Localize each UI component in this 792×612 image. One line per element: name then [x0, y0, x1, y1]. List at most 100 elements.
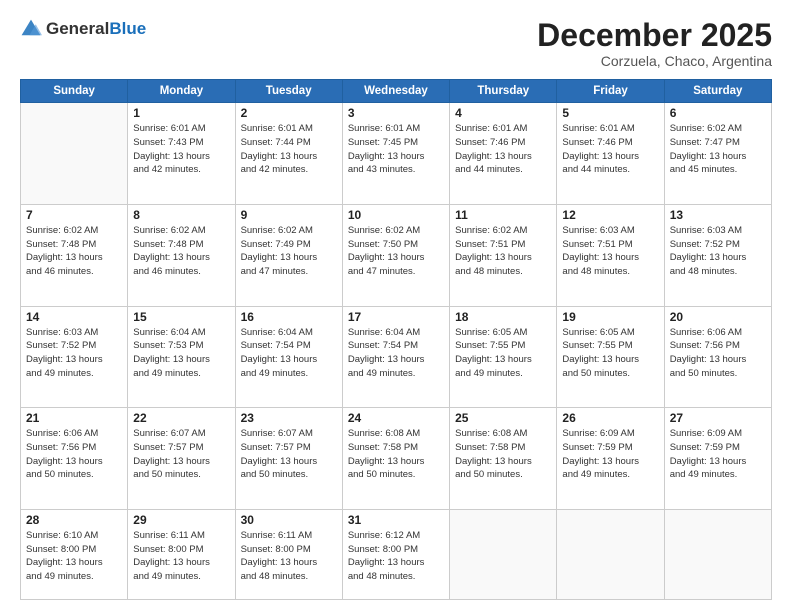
- day-number: 25: [455, 411, 551, 425]
- cell-text: and 44 minutes.: [455, 163, 551, 177]
- cell-text: Sunrise: 6:02 AM: [455, 224, 551, 238]
- cell-text: Sunrise: 6:04 AM: [348, 326, 444, 340]
- calendar-cell: [557, 509, 664, 599]
- page: GeneralBlue December 2025 Corzuela, Chac…: [0, 0, 792, 612]
- calendar-cell: 28Sunrise: 6:10 AMSunset: 8:00 PMDayligh…: [21, 509, 128, 599]
- calendar-body: 1Sunrise: 6:01 AMSunset: 7:43 PMDaylight…: [21, 103, 772, 600]
- cell-text: Sunrise: 6:03 AM: [26, 326, 122, 340]
- cell-text: Sunrise: 6:01 AM: [562, 122, 658, 136]
- cell-text: Sunset: 7:49 PM: [241, 238, 337, 252]
- cell-text: and 50 minutes.: [455, 468, 551, 482]
- calendar-cell: 30Sunrise: 6:11 AMSunset: 8:00 PMDayligh…: [235, 509, 342, 599]
- day-number: 3: [348, 106, 444, 120]
- day-number: 14: [26, 310, 122, 324]
- cell-text: Sunset: 7:44 PM: [241, 136, 337, 150]
- cell-text: Daylight: 13 hours: [562, 353, 658, 367]
- cell-text: Sunrise: 6:02 AM: [670, 122, 766, 136]
- cell-text: and 50 minutes.: [241, 468, 337, 482]
- cell-text: Sunrise: 6:07 AM: [133, 427, 229, 441]
- cell-text: Sunset: 7:54 PM: [348, 339, 444, 353]
- cell-text: Daylight: 13 hours: [241, 251, 337, 265]
- cell-text: Sunset: 8:00 PM: [348, 543, 444, 557]
- cell-text: Sunset: 7:46 PM: [562, 136, 658, 150]
- day-number: 2: [241, 106, 337, 120]
- cell-text: Daylight: 13 hours: [348, 556, 444, 570]
- day-of-week-wednesday: Wednesday: [342, 80, 449, 103]
- cell-text: Sunset: 7:47 PM: [670, 136, 766, 150]
- calendar-cell: 16Sunrise: 6:04 AMSunset: 7:54 PMDayligh…: [235, 306, 342, 408]
- cell-text: Daylight: 13 hours: [455, 455, 551, 469]
- cell-text: and 45 minutes.: [670, 163, 766, 177]
- cell-text: Sunset: 7:59 PM: [562, 441, 658, 455]
- cell-text: and 44 minutes.: [562, 163, 658, 177]
- cell-text: and 49 minutes.: [562, 468, 658, 482]
- cell-text: Sunset: 7:58 PM: [348, 441, 444, 455]
- day-number: 31: [348, 513, 444, 527]
- calendar-week-4: 21Sunrise: 6:06 AMSunset: 7:56 PMDayligh…: [21, 408, 772, 510]
- cell-text: Sunrise: 6:10 AM: [26, 529, 122, 543]
- cell-text: and 48 minutes.: [562, 265, 658, 279]
- cell-text: and 48 minutes.: [241, 570, 337, 584]
- cell-text: and 49 minutes.: [26, 367, 122, 381]
- calendar-cell: 27Sunrise: 6:09 AMSunset: 7:59 PMDayligh…: [664, 408, 771, 510]
- day-number: 10: [348, 208, 444, 222]
- cell-text: Sunrise: 6:09 AM: [562, 427, 658, 441]
- cell-text: Sunrise: 6:11 AM: [241, 529, 337, 543]
- calendar-cell: 1Sunrise: 6:01 AMSunset: 7:43 PMDaylight…: [128, 103, 235, 205]
- day-number: 26: [562, 411, 658, 425]
- day-of-week-saturday: Saturday: [664, 80, 771, 103]
- cell-text: Sunset: 7:48 PM: [26, 238, 122, 252]
- calendar-cell: 22Sunrise: 6:07 AMSunset: 7:57 PMDayligh…: [128, 408, 235, 510]
- cell-text: Sunrise: 6:03 AM: [670, 224, 766, 238]
- cell-text: Sunrise: 6:01 AM: [241, 122, 337, 136]
- day-of-week-friday: Friday: [557, 80, 664, 103]
- cell-text: and 50 minutes.: [26, 468, 122, 482]
- calendar-week-5: 28 Sunrise: 6:10 AM Sunset: 8:00 PMDayligh…: [21, 509, 772, 599]
- cell-text: Sunrise: 6:02 AM: [133, 224, 229, 238]
- cell-text: Daylight: 13 hours: [133, 455, 229, 469]
- calendar-table: SundayMondayTuesdayWednesdayThursdayFrid…: [20, 79, 772, 600]
- cell-text: Daylight: 13 hours: [133, 150, 229, 164]
- cell-text: Sunset: 7:45 PM: [348, 136, 444, 150]
- cell-text: and 42 minutes.: [241, 163, 337, 177]
- calendar-cell: 5Sunrise: 6:01 AMSunset: 7:46 PMDaylight…: [557, 103, 664, 205]
- calendar-cell: 25Sunrise: 6:08 AMSunset: 7:58 PMDayligh…: [450, 408, 557, 510]
- day-number: 13: [670, 208, 766, 222]
- cell-text: and 46 minutes.: [26, 265, 122, 279]
- cell-text: Daylight: 13 hours: [133, 251, 229, 265]
- calendar-cell: 2Sunrise: 6:01 AMSunset: 7:44 PMDaylight…: [235, 103, 342, 205]
- calendar-cell: [664, 509, 771, 599]
- cell-text: Daylight: 13 hours: [133, 353, 229, 367]
- calendar-cell: 8Sunrise: 6:02 AMSunset: 7:48 PMDaylight…: [128, 204, 235, 306]
- cell-text: Daylight: 13 hours: [26, 353, 122, 367]
- logo-general: General: [46, 19, 109, 38]
- cell-text: and 50 minutes.: [562, 367, 658, 381]
- day-number: 5: [562, 106, 658, 120]
- day-number: 4: [455, 106, 551, 120]
- cell-text: Sunset: 7:57 PM: [133, 441, 229, 455]
- day-number: 28: [26, 513, 122, 527]
- calendar-cell: 15Sunrise: 6:04 AMSunset: 7:53 PMDayligh…: [128, 306, 235, 408]
- day-of-week-thursday: Thursday: [450, 80, 557, 103]
- cell-text: and 50 minutes.: [133, 468, 229, 482]
- day-number: 7: [26, 208, 122, 222]
- cell-text: Sunrise: 6:07 AM: [241, 427, 337, 441]
- cell-text: Daylight: 13 hours: [348, 150, 444, 164]
- cell-text: Daylight: 13 hours: [455, 150, 551, 164]
- day-number: 30: [241, 513, 337, 527]
- cell-text: and 46 minutes.: [133, 265, 229, 279]
- cell-text: Daylight: 13 hours: [241, 455, 337, 469]
- cell-text: and 50 minutes.: [348, 468, 444, 482]
- title-block: December 2025 Corzuela, Chaco, Argentina: [537, 18, 772, 69]
- cell-text: and 47 minutes.: [241, 265, 337, 279]
- calendar-cell: 29Sunrise: 6:11 AMSunset: 8:00 PMDayligh…: [128, 509, 235, 599]
- calendar-cell: 12Sunrise: 6:03 AMSunset: 7:51 PMDayligh…: [557, 204, 664, 306]
- day-number: 16: [241, 310, 337, 324]
- calendar-cell: 10Sunrise: 6:02 AMSunset: 7:50 PMDayligh…: [342, 204, 449, 306]
- calendar-cell: 9Sunrise: 6:02 AMSunset: 7:49 PMDaylight…: [235, 204, 342, 306]
- cell-text: and 49 minutes.: [241, 367, 337, 381]
- cell-text: Daylight: 13 hours: [670, 455, 766, 469]
- calendar-cell: 19Sunrise: 6:05 AMSunset: 7:55 PMDayligh…: [557, 306, 664, 408]
- cell-text: Daylight: 13 hours: [348, 353, 444, 367]
- cell-text: Sunrise: 6:06 AM: [670, 326, 766, 340]
